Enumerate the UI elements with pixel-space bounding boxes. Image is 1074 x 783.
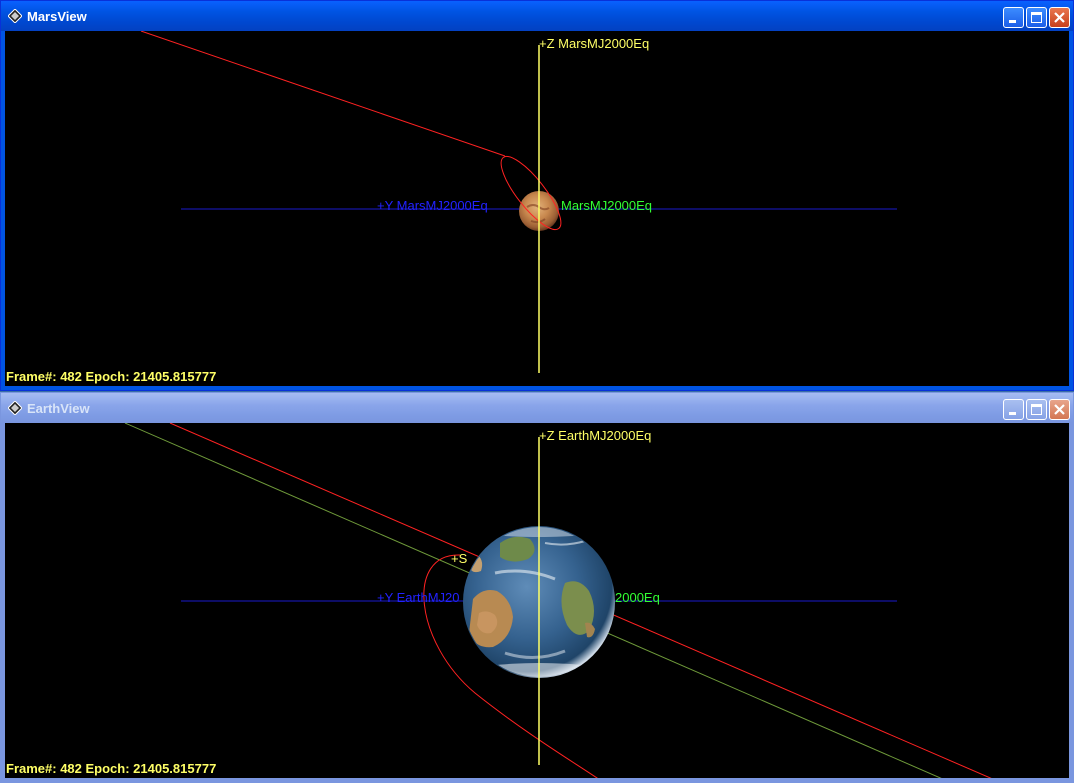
z-axis-label: +Z EarthMJ2000Eq xyxy=(539,428,652,443)
mars-view-window: MarsView +Z MarsMJ2000Eq +Y MarsMJ2000Eq… xyxy=(0,0,1074,391)
maximize-button[interactable] xyxy=(1026,399,1047,420)
minimize-button[interactable] xyxy=(1003,7,1024,28)
minimize-icon xyxy=(1009,412,1016,415)
earth-3d-view[interactable]: +Z EarthMJ2000Eq +S +Y EarthMJ20 2000Eq … xyxy=(5,423,1069,778)
window-title: MarsView xyxy=(27,9,87,24)
status-readout: Frame#: 482 Epoch: 21405.815777 xyxy=(6,369,217,384)
maximize-icon xyxy=(1031,12,1042,23)
mars-scene xyxy=(140,31,897,373)
close-button[interactable] xyxy=(1049,7,1070,28)
mars-view-titlebar[interactable]: MarsView xyxy=(1,1,1073,31)
window-title: EarthView xyxy=(27,401,90,416)
minimize-button[interactable] xyxy=(1003,399,1024,420)
maximize-button[interactable] xyxy=(1026,7,1047,28)
app-diamond-icon[interactable] xyxy=(8,401,22,415)
x-axis-label: 2000Eq xyxy=(615,590,660,605)
close-icon xyxy=(1054,404,1065,415)
close-icon xyxy=(1054,12,1065,23)
app-diamond-icon[interactable] xyxy=(8,9,22,23)
minimize-icon xyxy=(1009,20,1016,23)
x-axis-label: MarsMJ2000Eq xyxy=(561,198,653,213)
earth-view-window: EarthView +Z EarthMJ2000Eq +S +Y EarthMJ… xyxy=(0,392,1074,783)
status-readout: Frame#: 482 Epoch: 21405.815777 xyxy=(6,761,217,776)
mars-3d-view[interactable]: +Z MarsMJ2000Eq +Y MarsMJ2000Eq MarsMJ20… xyxy=(5,31,1069,386)
trajectory-line xyxy=(140,31,506,157)
y-axis-label: +Y MarsMJ2000Eq xyxy=(377,198,488,213)
y-axis-label: +Y EarthMJ20 xyxy=(377,590,460,605)
z-axis-label: +Z MarsMJ2000Eq xyxy=(539,36,650,51)
earth-scene xyxy=(124,423,992,778)
maximize-icon xyxy=(1031,404,1042,415)
close-button[interactable] xyxy=(1049,399,1070,420)
s-label: +S xyxy=(451,551,468,566)
earth-view-titlebar[interactable]: EarthView xyxy=(1,393,1073,423)
